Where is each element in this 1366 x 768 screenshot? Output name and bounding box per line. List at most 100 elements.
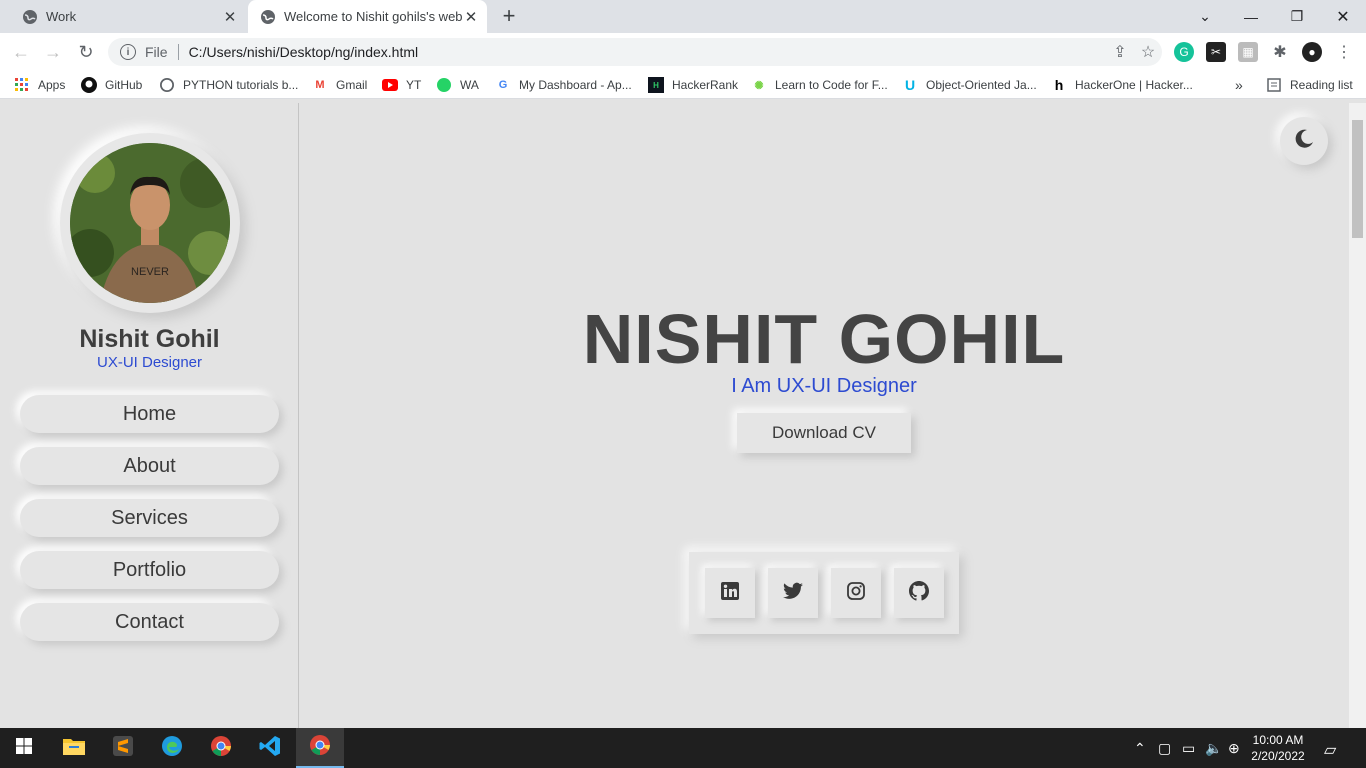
nav-portfolio[interactable]: Portfolio (20, 551, 279, 589)
profile-avatar[interactable]: ● (1302, 42, 1322, 62)
chrome-profile-button[interactable] (197, 728, 245, 768)
start-button[interactable] (0, 728, 48, 768)
menu-icon[interactable]: ⋮ (1334, 42, 1354, 62)
share-icon[interactable]: ⇪ (1106, 38, 1134, 66)
bookmark-hackerrank[interactable]: H HackerRank (648, 77, 738, 93)
hackerrank-icon: H (648, 77, 664, 93)
new-tab-button[interactable]: + (498, 5, 520, 28)
bookmark-freecodecamp[interactable]: ✺ Learn to Code for F... (751, 77, 887, 93)
file-explorer-button[interactable] (50, 728, 98, 768)
chrome-icon (309, 734, 331, 761)
notifications-icon[interactable]: ▱ (1324, 740, 1336, 760)
tab-title: Welcome to Nishit gohils's websi (284, 9, 463, 24)
scrollbar-thumb[interactable] (1352, 120, 1363, 238)
close-tab-icon[interactable]: ✕ (463, 9, 479, 26)
github-icon (81, 77, 97, 93)
nav-contact[interactable]: Contact (20, 603, 279, 641)
freecodecamp-icon: ✺ (754, 79, 764, 92)
nav-about[interactable]: About (20, 447, 279, 485)
bookmark-udacity[interactable]: U Object-Oriented Ja... (902, 77, 1037, 93)
meet-now-icon[interactable]: ▢ (1158, 740, 1171, 757)
chevron-up-icon[interactable]: ⌃ (1134, 740, 1146, 757)
address-bar[interactable]: i File C:/Users/nishi/Desktop/ng/index.h… (108, 38, 1162, 66)
hero-title: NISHIT GOHIL (582, 300, 1066, 378)
profile-name: Nishit Gohil (79, 325, 220, 353)
linkedin-icon (721, 581, 739, 605)
restore-button[interactable]: ❐ (1274, 0, 1320, 33)
close-window-button[interactable]: ✕ (1320, 0, 1366, 33)
github-icon (909, 580, 929, 606)
bookmark-label: Gmail (336, 78, 368, 92)
bookmark-label: HackerOne | Hacker... (1075, 78, 1193, 92)
download-cv-button[interactable]: Download CV (737, 413, 911, 453)
theme-toggle-button[interactable] (1280, 117, 1328, 165)
nav-services[interactable]: Services (20, 499, 279, 537)
tab-search-icon[interactable]: ⌄ (1182, 0, 1228, 33)
close-tab-icon[interactable]: ✕ (222, 9, 238, 26)
clock[interactable]: 10:00 AM 2/20/2022 (1248, 732, 1308, 764)
bookmark-github[interactable]: GitHub (81, 77, 142, 93)
forward-button[interactable]: → (42, 41, 64, 63)
bookmark-python[interactable]: PYTHON tutorials b... (159, 77, 298, 93)
google-icon: G (498, 79, 508, 91)
sublime-text-button[interactable] (99, 728, 147, 768)
globe-icon (22, 9, 38, 25)
clock-date: 2/20/2022 (1251, 749, 1305, 763)
bookmark-yt[interactable]: YT (382, 77, 421, 93)
browser-toolbar: ← → ↻ i File C:/Users/nishi/Desktop/ng/i… (0, 33, 1366, 71)
twitter-button[interactable] (768, 568, 818, 618)
divider (177, 44, 179, 60)
avatar: NEVER (70, 143, 230, 303)
sublime-icon (113, 735, 133, 761)
linkedin-button[interactable] (705, 568, 755, 618)
bookmark-star-icon[interactable]: ☆ (1134, 38, 1162, 66)
grammarly-icon[interactable]: G (1174, 42, 1194, 62)
battery-icon[interactable]: ▭ (1182, 740, 1195, 757)
bookmark-apps[interactable]: Apps (14, 77, 65, 93)
vscode-button[interactable] (246, 728, 294, 768)
reload-button[interactable]: ↻ (75, 41, 97, 63)
tab-work[interactable]: Work ✕ (10, 0, 246, 33)
scheme-label: File (145, 44, 168, 60)
svg-text:NEVER: NEVER (131, 266, 169, 278)
bookmark-dashboard[interactable]: G My Dashboard - Ap... (495, 77, 632, 93)
bookmark-label: YT (406, 78, 422, 92)
page-scrollbar[interactable] (1349, 103, 1366, 728)
clock-time: 10:00 AM (1252, 733, 1304, 747)
chrome-button-active[interactable] (296, 728, 344, 768)
more-bookmarks-button[interactable]: » (1235, 77, 1243, 93)
hero-section: NISHIT GOHIL I Am UX-UI Designer Downloa… (300, 103, 1348, 728)
minimize-button[interactable]: — (1228, 0, 1274, 33)
bookmark-label: WA (460, 78, 479, 92)
volume-icon[interactable]: 🔈 (1205, 740, 1222, 757)
instagram-button[interactable] (831, 568, 881, 618)
url-text[interactable]: C:/Users/nishi/Desktop/ng/index.html (189, 44, 1106, 60)
github-button[interactable] (894, 568, 944, 618)
extension-icon[interactable]: ▦ (1238, 42, 1258, 62)
hackerone-icon: h (1054, 77, 1064, 93)
bookmark-hackerone[interactable]: h HackerOne | Hacker... (1051, 77, 1193, 93)
chrome-icon (210, 735, 232, 762)
language-icon[interactable]: ⊕ (1228, 740, 1240, 757)
back-button[interactable]: ← (10, 41, 32, 63)
gmail-icon: M (315, 79, 325, 91)
reading-list-label: Reading list (1290, 78, 1353, 92)
tab-active-website[interactable]: Welcome to Nishit gohils's websi ✕ (248, 0, 487, 33)
instagram-icon (847, 581, 865, 605)
bookmarks-bar: Apps GitHub PYTHON tutorials b... M Gmai… (0, 71, 1366, 99)
bookmark-wa[interactable]: WA (436, 77, 479, 93)
extension-icon[interactable]: ✂ (1206, 42, 1226, 62)
bookmark-label: Object-Oriented Ja... (926, 78, 1037, 92)
vscode-icon (259, 735, 281, 762)
sidebar: NEVER Nishit Gohil UX-UI Designer Home A… (0, 103, 299, 728)
puzzle-icon[interactable]: ✱ (1270, 42, 1290, 62)
bookmark-gmail[interactable]: M Gmail (312, 77, 367, 93)
edge-button[interactable] (148, 728, 196, 768)
reading-list-button[interactable]: Reading list (1266, 77, 1353, 93)
whatsapp-icon (436, 77, 452, 93)
nav-home[interactable]: Home (20, 395, 279, 433)
windows-icon (16, 737, 32, 759)
bookmark-label: PYTHON tutorials b... (183, 78, 299, 92)
bookmark-label: HackerRank (672, 78, 739, 92)
info-icon[interactable]: i (120, 44, 136, 60)
